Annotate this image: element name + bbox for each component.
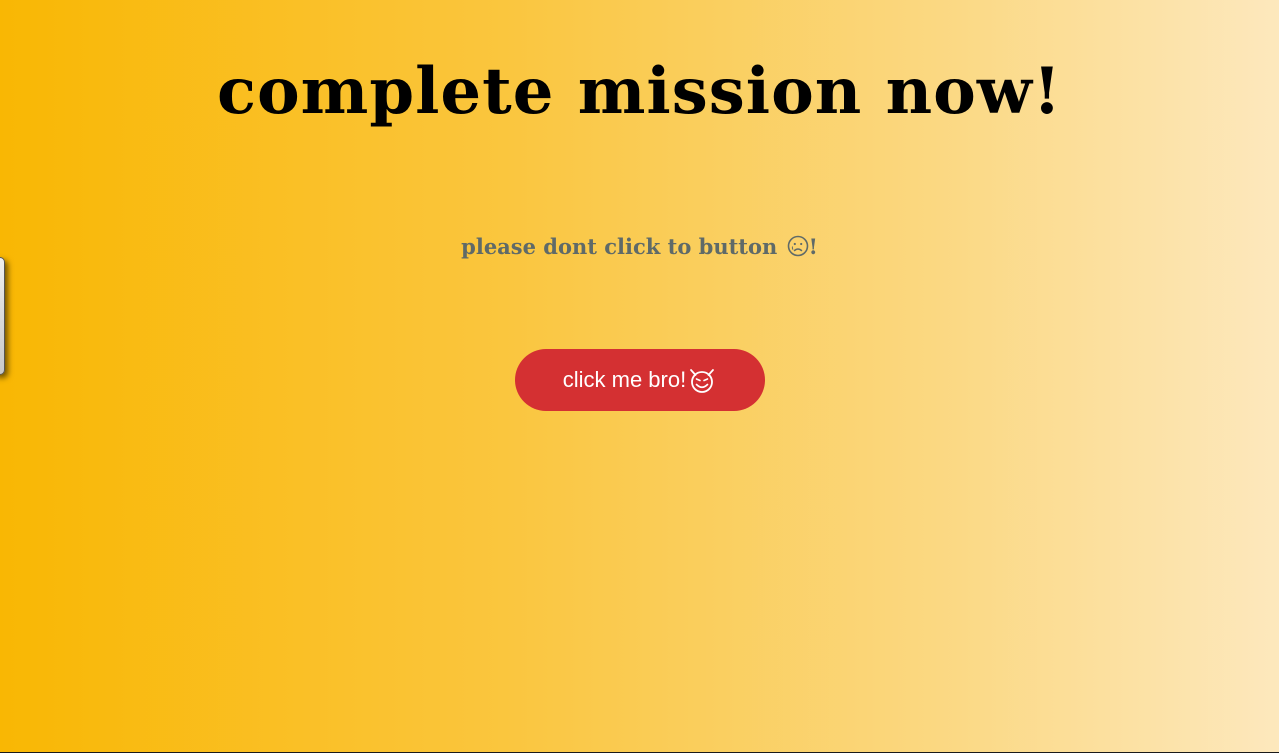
button-label: click me bro! bbox=[562, 367, 687, 392]
click-me-button[interactable]: click me bro! bbox=[515, 349, 765, 411]
subtitle-suffix: ! bbox=[808, 234, 818, 259]
subtitle-label: please dont click to button bbox=[461, 234, 785, 259]
devil-face-icon bbox=[690, 369, 715, 393]
page-title: complete mission now! bbox=[216, 54, 1063, 129]
side-panel-handle[interactable] bbox=[0, 257, 5, 375]
subtitle-text: please dont click to button ! bbox=[0, 232, 1279, 262]
sad-face-icon bbox=[787, 235, 808, 257]
